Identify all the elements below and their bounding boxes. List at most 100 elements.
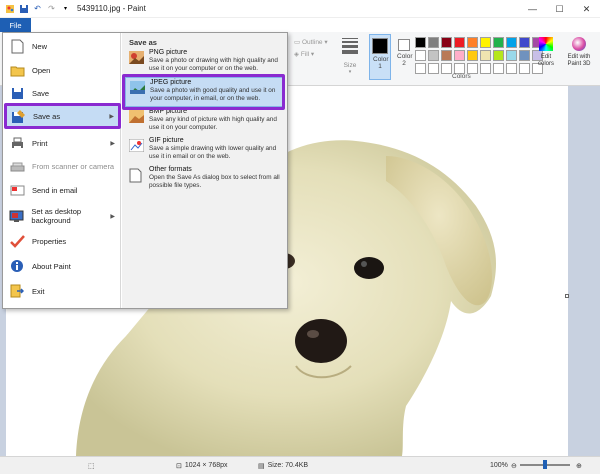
fill-button[interactable]: ◈ Fill ▾ <box>294 50 314 58</box>
palette-swatch[interactable] <box>493 50 504 61</box>
zoom-slider-thumb[interactable] <box>542 460 547 469</box>
info-icon <box>9 258 25 274</box>
color1-label: Color 1 <box>373 56 389 70</box>
submenu-arrow-icon: ▶ <box>110 140 115 147</box>
file-menu-item-set-as-desktop-background[interactable]: Set as desktop background ▶ <box>5 205 119 227</box>
palette-swatch[interactable] <box>467 50 478 61</box>
save-as-option-other-formats[interactable]: Other formats Open the Save As dialog box… <box>125 165 283 195</box>
palette-swatch[interactable] <box>493 63 504 74</box>
quick-access-toolbar: ↶ ↷ ▾ <box>0 3 71 14</box>
undo-icon[interactable]: ↶ <box>32 3 43 14</box>
size-lines-icon <box>342 38 358 56</box>
edit-colors-button[interactable]: Edit colors <box>534 35 558 68</box>
image-dimensions: 1024 × 768px <box>184 462 228 469</box>
palette-swatch[interactable] <box>506 50 517 61</box>
file-size: Size: 70.4KB <box>267 462 309 469</box>
palette-swatch[interactable] <box>506 63 517 74</box>
palette-swatch[interactable] <box>519 37 530 48</box>
open-folder-icon <box>9 62 25 78</box>
file-menu-item-label: Print <box>32 138 48 148</box>
save-as-option-title: PNG picture <box>149 49 188 56</box>
palette-swatch[interactable] <box>441 37 452 48</box>
save-icon[interactable] <box>18 3 29 14</box>
save-as-option-description: Save any kind of picture with high quali… <box>149 116 277 131</box>
edit-with-paint3d-button[interactable]: Edit with Paint 3D <box>563 35 595 68</box>
window-title: 5439110.jpg - Paint <box>77 4 146 13</box>
palette-swatch[interactable] <box>467 37 478 48</box>
color-wheel-icon <box>539 37 553 51</box>
file-menu-item-open[interactable]: Open <box>5 59 119 81</box>
palette-swatch[interactable] <box>506 37 517 48</box>
file-menu-item-from-scanner-or-camera[interactable]: From scanner or camera <box>5 155 119 177</box>
palette-swatch[interactable] <box>454 50 465 61</box>
palette-swatch[interactable] <box>428 63 439 74</box>
size-button[interactable]: Size ▾ <box>336 34 364 82</box>
file-menu-item-label: Open <box>32 65 51 75</box>
bmp-picture-icon <box>129 110 144 123</box>
palette-swatch[interactable] <box>480 50 491 61</box>
maximize-button[interactable]: ☐ <box>546 0 573 18</box>
palette-swatch[interactable] <box>415 50 426 61</box>
fill-icon: ◈ <box>294 51 301 58</box>
palette-swatch[interactable] <box>415 37 426 48</box>
palette-swatch[interactable] <box>441 50 452 61</box>
file-menu-item-label: Save <box>32 88 50 98</box>
palette-swatch[interactable] <box>454 37 465 48</box>
save-as-option-gif-picture[interactable]: GIF picture Save a simple drawing with lo… <box>125 136 283 166</box>
save-as-option-description: Open the Save As dialog box to select fr… <box>149 174 280 189</box>
save-as-option-bmp-picture[interactable]: BMP picture Save any kind of picture with… <box>125 107 283 137</box>
palette-swatch[interactable] <box>493 37 504 48</box>
outline-button[interactable]: ▭ Outline ▾ <box>294 38 328 46</box>
file-menu-item-print[interactable]: Print ▶ <box>5 132 119 154</box>
submenu-arrow-icon: ▶ <box>110 213 115 220</box>
file-menu-item-properties[interactable]: Properties <box>5 230 119 252</box>
paint-app-icon <box>4 3 15 14</box>
ribbon-tab-row: File <box>0 18 600 32</box>
zoom-in-button[interactable]: ⊕ <box>576 462 582 470</box>
file-menu-item-about-paint[interactable]: About Paint <box>5 255 119 277</box>
file-menu-item-label: About Paint <box>32 261 71 271</box>
save-as-option-title: Other formats <box>149 166 192 173</box>
palette-swatch[interactable] <box>441 63 452 74</box>
file-menu-item-send-in-email[interactable]: Send in email <box>5 179 119 201</box>
save-as-header: Save as <box>129 38 157 47</box>
edit-p3d-label: Edit with Paint 3D <box>567 54 591 67</box>
palette-swatch[interactable] <box>519 50 530 61</box>
scanner-icon <box>9 158 25 174</box>
palette-swatch[interactable] <box>428 50 439 61</box>
palette-swatch[interactable] <box>480 63 491 74</box>
jpeg-highlight <box>122 74 285 110</box>
file-menu-item-label: From scanner or camera <box>32 161 115 171</box>
color1-button[interactable]: Color 1 <box>369 34 391 80</box>
customize-toolbar-icon[interactable]: ▾ <box>60 3 71 14</box>
file-menu-item-exit[interactable]: Exit <box>5 280 119 302</box>
color1-swatch <box>372 38 388 54</box>
save-as-option-description: Save a simple drawing with lower quality… <box>149 145 277 160</box>
color2-label: Color 2 <box>397 53 413 67</box>
color2-button[interactable]: Color 2 <box>393 34 415 80</box>
color2-swatch <box>398 39 410 51</box>
paint3d-icon <box>572 37 586 51</box>
email-icon <box>9 182 25 198</box>
file-menu-item-save[interactable]: Save <box>5 82 119 104</box>
selection-icon: ⬚ <box>88 462 95 470</box>
redo-icon[interactable]: ↷ <box>46 3 57 14</box>
palette-swatch[interactable] <box>480 37 491 48</box>
close-button[interactable]: ✕ <box>573 0 600 18</box>
canvas-resize-handle[interactable] <box>565 294 569 298</box>
file-menu-item-label: Send in email <box>32 185 78 195</box>
zoom-out-button[interactable]: ⊖ <box>511 462 517 470</box>
file-menu-item-label: New <box>32 41 48 51</box>
file-menu-item-label: Properties <box>32 236 67 246</box>
palette-swatch[interactable] <box>519 63 530 74</box>
palette-swatch[interactable] <box>428 37 439 48</box>
minimize-button[interactable]: — <box>519 0 546 18</box>
file-tab[interactable]: File <box>0 18 31 32</box>
file-menu-commands: New Open Save Save as ▶ Print ▶ From scanner or… <box>3 33 121 308</box>
status-bar: ⬚ ⊡ 1024 × 768px ▤ Size: 70.4KB 100% ⊖ ⊕ <box>0 456 600 474</box>
title-bar: ↶ ↷ ▾ 5439110.jpg - Paint — ☐ ✕ <box>0 0 600 18</box>
edit-colors-label: Edit colors <box>537 54 554 67</box>
printer-icon <box>9 135 25 151</box>
file-menu-item-new[interactable]: New <box>5 35 119 57</box>
palette-swatch[interactable] <box>415 63 426 74</box>
